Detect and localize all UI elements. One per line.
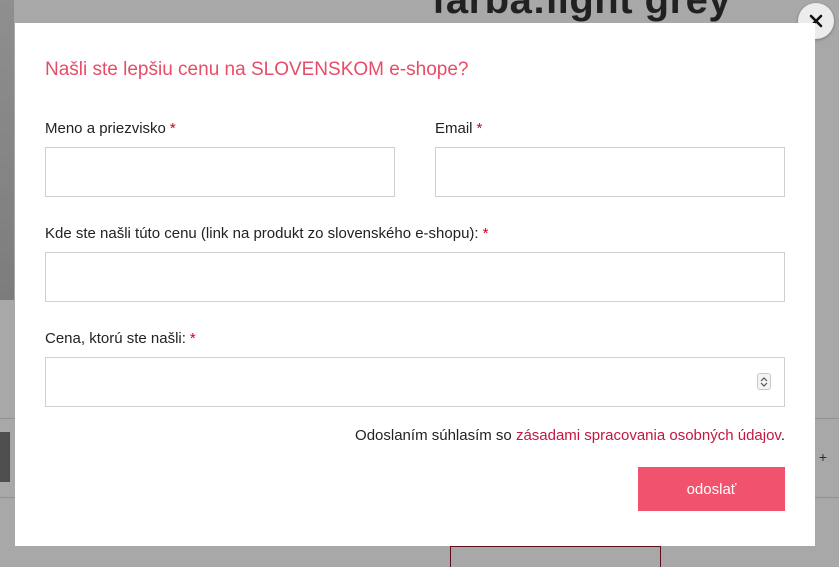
- link-label: Kde ste našli túto cenu (link na produkt…: [45, 225, 488, 242]
- price-label: Cena, ktorú ste našli: *: [45, 330, 196, 347]
- spinner-arrows-icon: [760, 376, 768, 387]
- link-label-text: Kde ste našli túto cenu (link na produkt…: [45, 225, 479, 242]
- name-input[interactable]: [45, 147, 395, 197]
- required-mark: *: [189, 330, 196, 347]
- name-label-text: Meno a priezvisko: [45, 120, 166, 137]
- modal-title: Našli ste lepšiu cenu na SLOVENSKOM e-sh…: [45, 59, 469, 80]
- consent-prefix: Odoslaním súhlasím so: [355, 427, 516, 444]
- consent-text: Odoslaním súhlasím so zásadami spracovan…: [355, 427, 785, 444]
- email-label-text: Email: [435, 120, 473, 137]
- email-input[interactable]: [435, 147, 785, 197]
- required-mark: *: [482, 225, 489, 242]
- privacy-policy-link[interactable]: zásadami spracovania osobných údajov: [516, 427, 781, 444]
- number-spinner[interactable]: [757, 373, 771, 390]
- email-label: Email *: [435, 120, 482, 137]
- link-input[interactable]: [45, 252, 785, 302]
- price-label-text: Cena, ktorú ste našli:: [45, 330, 186, 347]
- price-input[interactable]: [45, 357, 785, 407]
- required-mark: *: [476, 120, 483, 137]
- submit-button[interactable]: odoslať: [638, 467, 785, 511]
- required-mark: *: [169, 120, 176, 137]
- price-field-wrapper: [45, 357, 785, 407]
- consent-suffix: .: [780, 427, 785, 444]
- name-label: Meno a priezvisko *: [45, 120, 176, 137]
- better-price-modal: Našli ste lepšiu cenu na SLOVENSKOM e-sh…: [15, 23, 815, 546]
